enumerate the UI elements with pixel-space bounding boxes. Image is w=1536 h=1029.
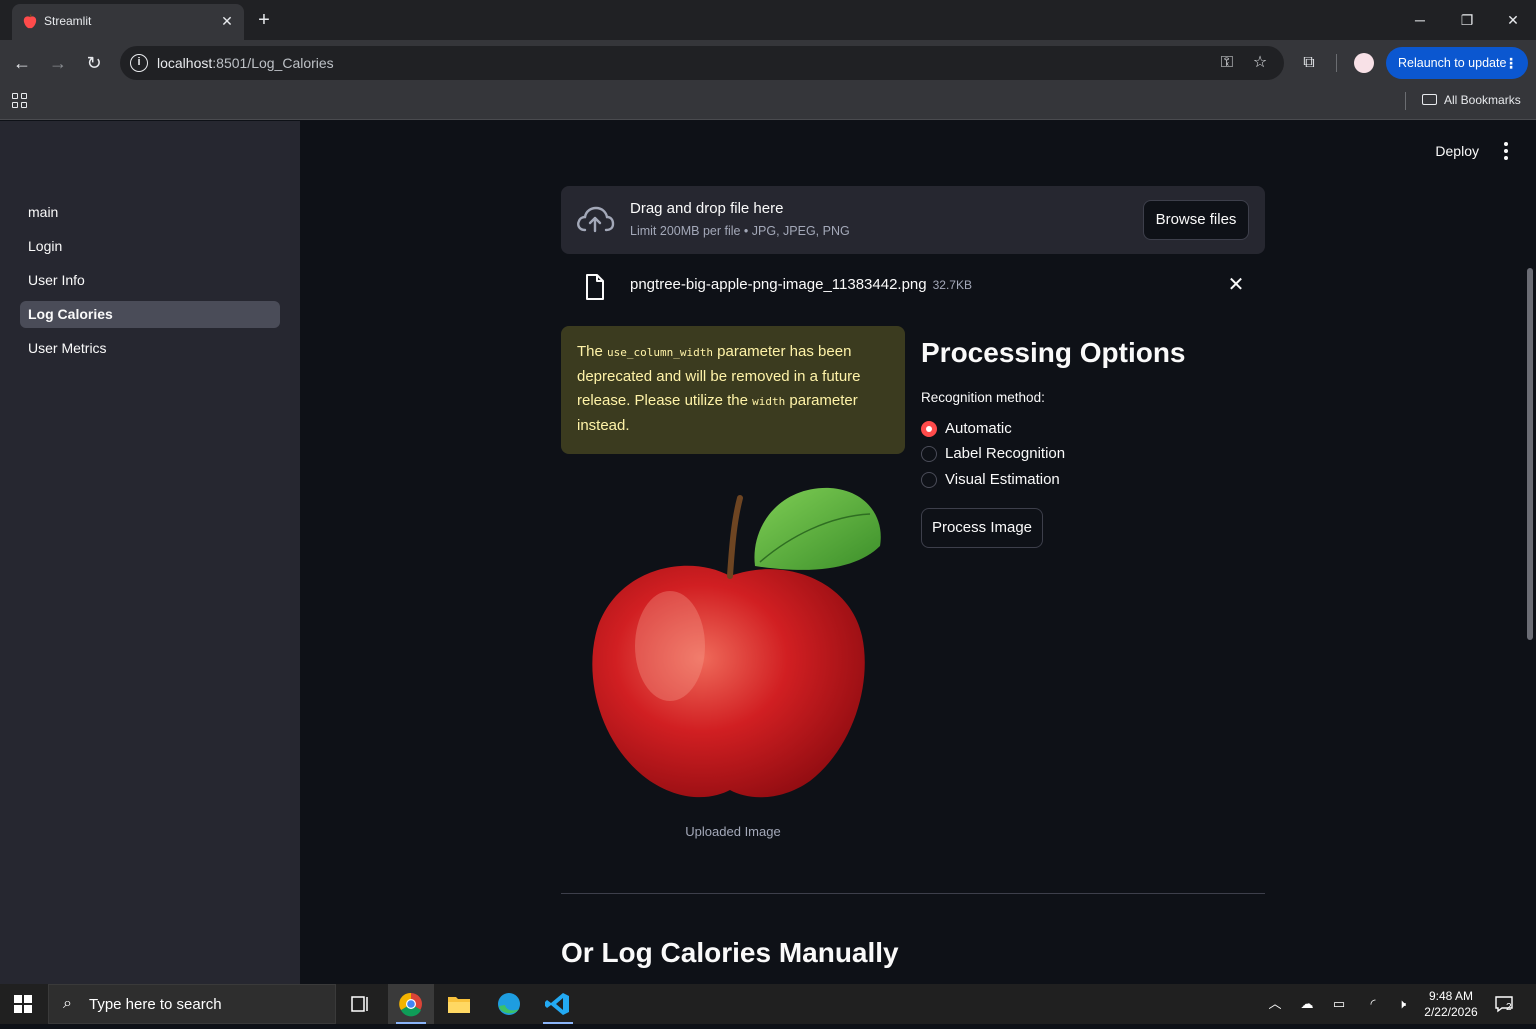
radio-label-recognition[interactable]: Label Recognition — [921, 444, 1065, 464]
clock-date: 2/22/2026 — [1424, 1005, 1478, 1019]
upload-limit: Limit 200MB per file • JPG, JPEG, PNG — [630, 224, 850, 238]
bookmark-star-icon[interactable]: ☆ — [1250, 53, 1270, 73]
sidebar: main Login User Info Log Calories User M… — [0, 121, 300, 984]
all-bookmarks-label: All Bookmarks — [1444, 93, 1521, 107]
process-image-button[interactable]: Process Image — [921, 508, 1043, 548]
manual-log-heading: Or Log Calories Manually — [561, 937, 899, 968]
bookmarks-bar: All Bookmarks — [0, 86, 1536, 120]
back-icon[interactable]: ← — [10, 51, 34, 75]
tab-title: Streamlit — [44, 14, 92, 28]
search-icon: ⌕ — [63, 995, 72, 1012]
warning-code-2: width — [752, 395, 786, 408]
task-view-icon[interactable] — [337, 984, 383, 1024]
toolbar-divider — [1336, 54, 1337, 72]
file-name: pngtree-big-apple-png-image_11383442.png… — [630, 276, 972, 293]
clock-time: 9:48 AM — [1428, 989, 1474, 1003]
file-explorer-icon[interactable] — [436, 984, 482, 1024]
notification-count: 2 — [1506, 1002, 1512, 1013]
relaunch-button[interactable]: Relaunch to update ⋮ — [1386, 47, 1528, 79]
processing-options-heading: Processing Options — [921, 337, 1186, 368]
warning-code-1: use_column_width — [607, 346, 713, 359]
sidebar-item-log-calories[interactable]: Log Calories — [20, 301, 280, 328]
warning-text-1: The — [577, 343, 608, 360]
sidebar-item-user-info[interactable]: User Info — [20, 267, 280, 294]
chrome-menu-icon[interactable]: ⋮ — [1504, 47, 1518, 79]
address-bar[interactable]: i localhost:8501/Log_Calories ⚿ ☆ — [120, 46, 1284, 80]
taskbar-clock[interactable]: 9:48 AM 2/22/2026 — [1420, 988, 1482, 1020]
file-size: 32.7KB — [932, 278, 972, 292]
radio-automatic-label: Automatic — [945, 420, 1012, 437]
browser-toolbar: ← → ↻ i localhost:8501/Log_Calories ⚿ ☆ … — [0, 40, 1536, 86]
radio-unselected-icon — [921, 446, 937, 462]
notifications-icon[interactable]: 2 — [1494, 994, 1514, 1014]
volume-muted-icon[interactable]: 🕨 — [1393, 995, 1411, 1013]
radio-automatic[interactable]: Automatic — [921, 419, 1012, 439]
battery-icon[interactable]: ▭ — [1330, 995, 1348, 1013]
taskbar-search-placeholder: Type here to search — [89, 996, 222, 1013]
show-hidden-icons-icon[interactable]: ︿ — [1266, 995, 1284, 1013]
image-caption: Uploaded Image — [685, 824, 781, 839]
reload-icon[interactable]: ↻ — [82, 51, 106, 75]
main-menu-icon[interactable] — [1502, 142, 1510, 160]
streamlit-favicon-icon — [23, 14, 37, 29]
radio-selected-icon — [921, 421, 937, 437]
vscode-taskbar-icon[interactable] — [535, 984, 581, 1024]
deploy-button[interactable]: Deploy — [1435, 143, 1479, 159]
windows-taskbar: ⌕ Type here to search ︿ ☁ ▭ ◜ 🕨 9:48 AM … — [0, 984, 1536, 1024]
relaunch-label: Relaunch to update — [1398, 56, 1507, 70]
minimize-icon[interactable]: ─ — [1408, 8, 1432, 32]
radio-label-recognition-label: Label Recognition — [945, 445, 1066, 462]
scrollbar-thumb[interactable] — [1527, 268, 1533, 640]
forward-icon[interactable]: → — [46, 51, 70, 75]
new-tab-icon[interactable]: + — [254, 10, 274, 30]
main-scrollbar[interactable] — [1522, 121, 1536, 984]
sidebar-item-user-metrics[interactable]: User Metrics — [20, 335, 280, 362]
onedrive-icon[interactable]: ☁ — [1298, 995, 1316, 1013]
restore-icon[interactable]: ❐ — [1455, 8, 1479, 32]
chrome-taskbar-icon[interactable] — [388, 984, 434, 1024]
file-uploader-dropzone[interactable]: Drag and drop file here Limit 200MB per … — [561, 186, 1265, 254]
tab-search-icon[interactable]: ⧉ — [1298, 52, 1320, 74]
browser-titlebar: Streamlit ✕ + ─ ❐ ✕ — [0, 0, 1536, 40]
sidebar-item-main[interactable]: main — [20, 199, 280, 226]
close-window-icon[interactable]: ✕ — [1501, 8, 1525, 32]
password-key-icon[interactable]: ⚿ — [1217, 53, 1237, 73]
site-info-icon[interactable]: i — [130, 54, 148, 72]
radio-unselected-icon — [921, 472, 937, 488]
uploaded-apple-image — [592, 487, 881, 798]
bookmarks-divider — [1405, 92, 1406, 110]
all-bookmarks-button[interactable]: All Bookmarks — [1422, 93, 1521, 107]
remove-file-icon[interactable]: ✕ — [1225, 274, 1247, 296]
tab-close-icon[interactable]: ✕ — [218, 12, 236, 30]
browser-tab[interactable]: Streamlit ✕ — [12, 4, 244, 40]
recognition-method-label: Recognition method: — [921, 390, 1045, 405]
file-icon — [586, 274, 604, 300]
browse-files-button[interactable]: Browse files — [1143, 200, 1249, 240]
section-divider — [561, 893, 1265, 894]
url-path: :8501/Log_Calories — [212, 55, 334, 71]
edge-taskbar-icon[interactable] — [486, 984, 532, 1024]
main-content: Deploy Drag and drop file here Limit 200… — [300, 121, 1536, 984]
radio-visual-estimation[interactable]: Visual Estimation — [921, 470, 1060, 490]
cloud-upload-icon — [577, 206, 615, 233]
sidebar-item-login[interactable]: Login — [20, 233, 280, 260]
windows-start-icon[interactable] — [14, 995, 32, 1013]
deprecation-warning: The use_column_width parameter has been … — [561, 326, 905, 454]
upload-title: Drag and drop file here — [630, 200, 784, 217]
taskbar-search-box[interactable]: ⌕ Type here to search — [48, 984, 336, 1024]
uploaded-file-row: pngtree-big-apple-png-image_11383442.png… — [561, 266, 1265, 306]
folder-icon — [1422, 94, 1437, 105]
profile-avatar[interactable] — [1354, 53, 1374, 73]
apps-grid-icon[interactable] — [12, 93, 28, 109]
radio-visual-estimation-label: Visual Estimation — [945, 471, 1060, 488]
url-host: localhost — [157, 55, 213, 71]
network-icon[interactable]: ◜ — [1364, 995, 1382, 1013]
url-text[interactable]: localhost:8501/Log_Calories — [157, 55, 334, 71]
file-name-text: pngtree-big-apple-png-image_11383442.png — [630, 276, 927, 293]
